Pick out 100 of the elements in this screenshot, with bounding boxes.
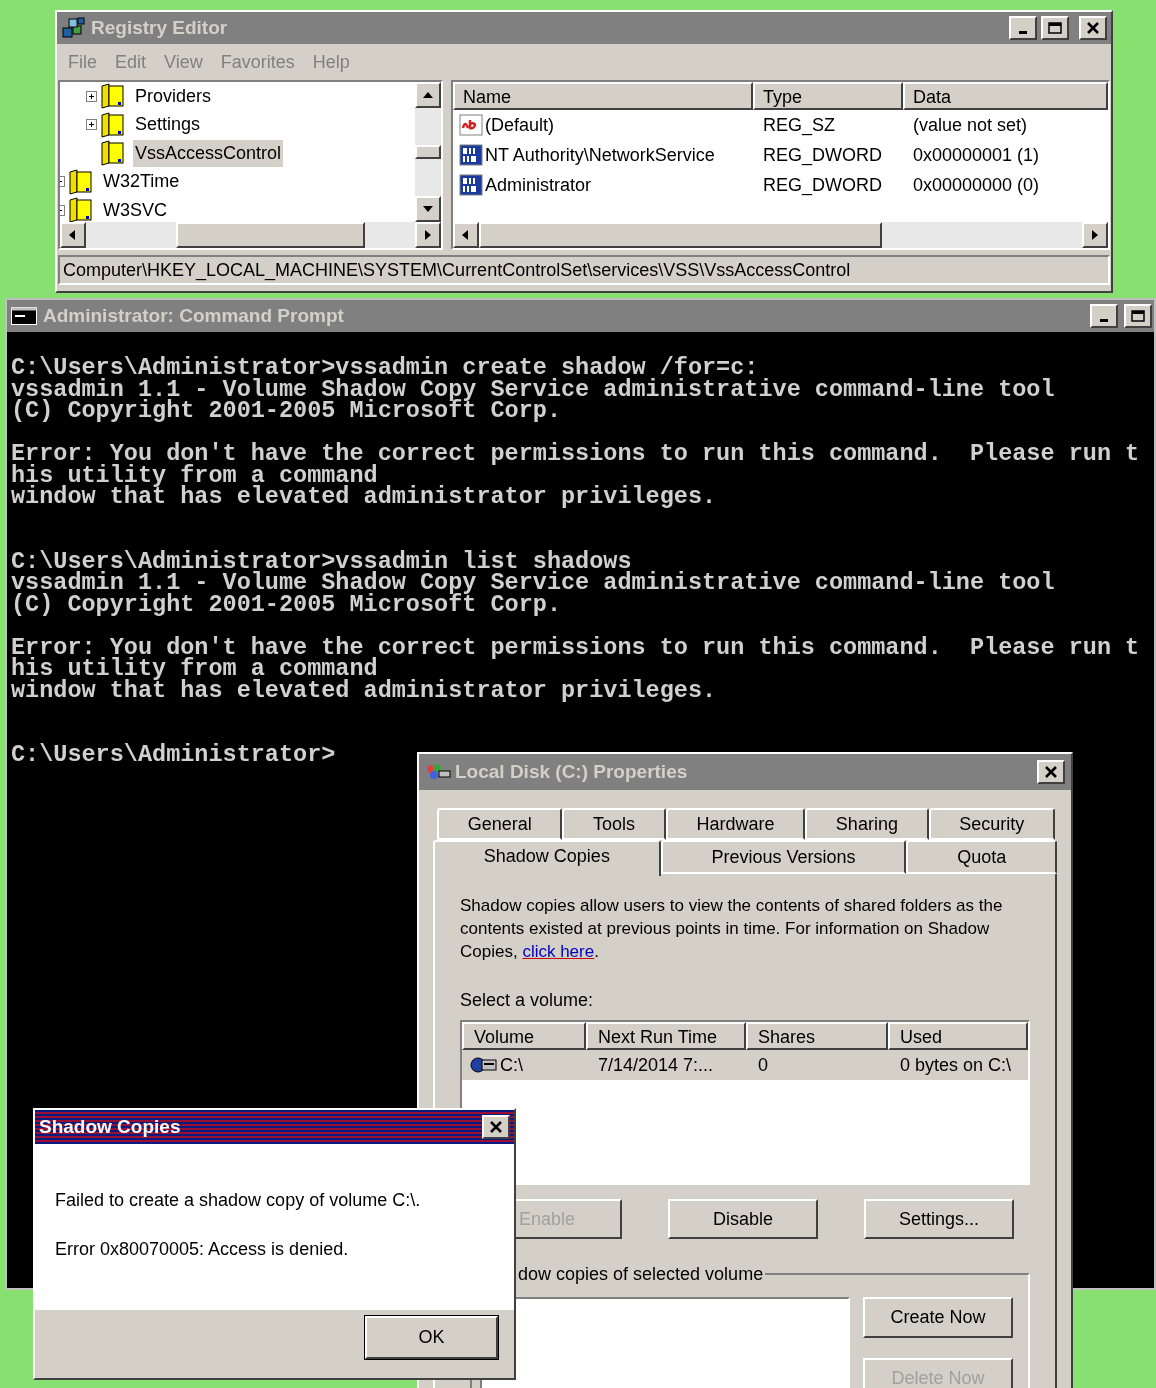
value-data: (value not set)	[912, 113, 1029, 137]
value-name[interactable]: Administrator	[485, 171, 592, 199]
binary-value-icon	[459, 144, 483, 166]
folder-icon	[69, 168, 93, 195]
maximize-button[interactable]	[1041, 16, 1069, 40]
tab[interactable]: Previous Versions	[660, 840, 907, 874]
string-value-icon	[459, 114, 483, 136]
value-data: 0x00000001 (1)	[912, 143, 1041, 167]
folder-icon	[69, 197, 93, 222]
minimize-icon	[1100, 318, 1108, 322]
table-cell-text: C:\	[500, 1053, 523, 1077]
value-name[interactable]: NT Authority\NetworkService	[485, 141, 715, 169]
console-line: window that has elevated administrator privileges.	[11, 486, 717, 508]
horizontal-scrollbar[interactable]	[453, 222, 1108, 248]
vertical-scrollbar[interactable]	[415, 82, 441, 222]
column-header[interactable]: Name	[453, 82, 753, 110]
scroll-right-button[interactable]	[1082, 222, 1108, 248]
console-line: vssadmin 1.1 - Volume Shadow Copy Service administrative command-line tool	[11, 572, 1055, 594]
binary-value-icon	[459, 174, 483, 196]
column-header[interactable]: Type	[753, 82, 903, 110]
scrollbar-thumb[interactable]	[415, 145, 441, 159]
horizontal-scrollbar[interactable]	[60, 222, 441, 248]
console-line: his utility from a command	[11, 658, 378, 680]
dialog-button[interactable]: Create Now	[863, 1297, 1013, 1338]
column-header[interactable]: Data	[903, 82, 1108, 110]
close-button[interactable]	[1037, 760, 1065, 784]
tab[interactable]: Shadow Copies	[433, 840, 661, 876]
maximize-button[interactable]	[1124, 304, 1152, 328]
scroll-down-button[interactable]	[415, 196, 441, 222]
tree-item[interactable]: W32Time	[101, 168, 182, 196]
close-icon	[1086, 22, 1100, 34]
table-cell-text: 7/14/2014 7:...	[598, 1053, 714, 1077]
close-button[interactable]	[1079, 16, 1107, 40]
tree-item[interactable]: W3SVC	[101, 196, 169, 222]
tab[interactable]: Sharing	[805, 808, 929, 840]
tree-item[interactable]: VssAccessControl	[133, 139, 284, 167]
close-icon	[489, 1121, 503, 1133]
minimize-icon	[1019, 30, 1027, 34]
message-text: Error 0x80070005: Access is denied.	[55, 1238, 349, 1261]
table-cell-text: 0 bytes on C:\	[900, 1053, 1012, 1077]
console-line: window that has elevated administrator privileges.	[11, 679, 717, 701]
table-cell-text: 0	[758, 1053, 768, 1077]
value-type: REG_DWORD	[762, 143, 883, 168]
console-icon	[11, 307, 37, 325]
folder-icon	[101, 140, 125, 167]
tab[interactable]: Quota	[906, 840, 1057, 874]
column-header[interactable]: Next Run Time	[586, 1022, 746, 1050]
close-button[interactable]	[482, 1115, 510, 1139]
volume-row[interactable]: C:\ 7/14/2014 7:... 0 0 bytes on C:\	[462, 1050, 1028, 1080]
console-line: C:\Users\Administrator>vssadmin list shadows	[11, 550, 632, 572]
dialog-button[interactable]: Disable	[668, 1199, 818, 1239]
column-header[interactable]: Volume	[462, 1022, 586, 1050]
folder-icon	[101, 111, 125, 138]
scroll-left-button[interactable]	[60, 222, 86, 248]
maximize-icon	[1048, 22, 1062, 34]
drive-icon	[470, 1055, 498, 1075]
minimize-button[interactable]	[1090, 304, 1118, 328]
scroll-left-button[interactable]	[453, 222, 479, 248]
console-line: C:\Users\Administrator>	[11, 744, 336, 766]
value-type: REG_DWORD	[762, 173, 883, 198]
close-icon	[1044, 766, 1058, 778]
tree-item[interactable]: Providers	[133, 82, 214, 110]
console-line: (C) Copyright 2001-2005 Microsoft Corp.	[11, 400, 561, 422]
help-link[interactable]: click here	[522, 942, 595, 961]
scrollbar-thumb[interactable]	[479, 222, 882, 248]
status-bar: Computer\HKEY_LOCAL_MACHINE\SYSTEM\CurrentControlSet\services\VSS\VssAccessControl	[58, 255, 1110, 285]
console-line: vssadmin 1.1 - Volume Shadow Copy Service administrative command-line tool	[11, 378, 1055, 400]
console-line: (C) Copyright 2001-2005 Microsoft Corp.	[11, 593, 561, 615]
value-data: 0x00000000 (0)	[912, 173, 1041, 197]
tab[interactable]: Hardware	[665, 808, 806, 840]
cubes-icon	[61, 16, 87, 40]
console-line: Error: You don't have the correct permissions to run this command. Please run t	[11, 443, 1140, 465]
window-title: Local Disk (C:) Properties	[455, 759, 688, 784]
tab[interactable]: General	[437, 808, 563, 840]
ok-button[interactable]: OK	[365, 1316, 498, 1359]
volume-label: Select a volume:	[460, 989, 594, 1012]
console-line: his utility from a command	[11, 464, 378, 486]
window-title: Registry Editor	[91, 15, 228, 40]
scroll-up-button[interactable]	[415, 82, 441, 108]
tab[interactable]: Security	[928, 808, 1055, 840]
expand-icon[interactable]	[86, 119, 97, 131]
column-header[interactable]: Used	[888, 1022, 1028, 1050]
value-name[interactable]: (Default)	[485, 111, 555, 139]
tree-item[interactable]: Settings	[133, 111, 203, 139]
column-header[interactable]: Shares	[746, 1022, 888, 1050]
window-title: Administrator: Command Prompt	[43, 303, 344, 328]
minimize-button[interactable]	[1009, 16, 1037, 40]
value-type: REG_SZ	[762, 113, 837, 138]
dialog-button[interactable]: Settings...	[864, 1199, 1014, 1239]
scroll-right-button[interactable]	[415, 222, 441, 248]
message-text: Failed to create a shadow copy of volume C:\.	[55, 1189, 421, 1212]
console-line: C:\Users\Administrator>vssadmin create shadow /for=c:	[11, 357, 759, 379]
maximize-icon	[1131, 310, 1145, 322]
drive-icon	[425, 763, 451, 781]
expand-icon[interactable]	[86, 90, 97, 102]
tab[interactable]: Tools	[562, 808, 666, 840]
description-text: Shadow copies allow users to view the contents of shared folders as the contents existed at previous points in time. For information on Shadow Copies, click here.	[460, 895, 1004, 963]
console-line: Error: You don't have the correct permissions to run this command. Please run t	[11, 636, 1140, 658]
scrollbar-thumb[interactable]	[176, 222, 365, 248]
folder-icon	[101, 83, 125, 110]
